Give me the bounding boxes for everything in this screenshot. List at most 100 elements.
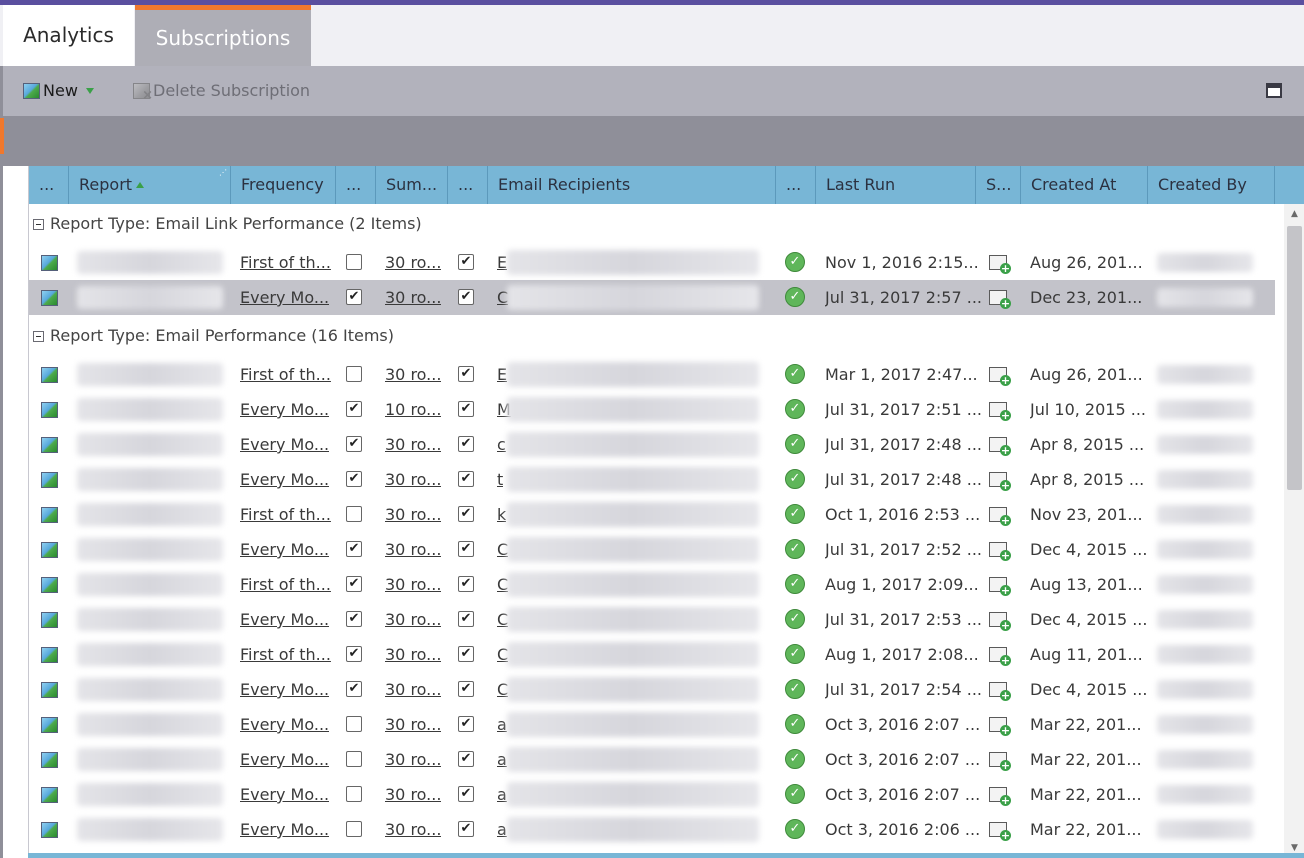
- frequency-link[interactable]: Every Mo...: [240, 462, 329, 497]
- column-header-status[interactable]: ...: [776, 166, 816, 204]
- frequency-link[interactable]: Every Mo...: [240, 392, 329, 427]
- summary-link[interactable]: 30 ro...: [385, 812, 441, 847]
- table-row[interactable]: Every Mo... ✔ 30 ro... ✔ c ✓ Jul 31, 2017 2:48…: [29, 427, 1275, 462]
- column-header-email-recipients[interactable]: Email Recipients: [488, 166, 776, 204]
- summary-checkbox[interactable]: [346, 254, 362, 270]
- column-header-attach-flag[interactable]: ...: [448, 166, 488, 204]
- attach-checkbox[interactable]: ✔: [458, 576, 474, 592]
- table-row[interactable]: First of th... 30 ro... ✔ E ✓ Nov 1, 2016 2:1…: [29, 245, 1275, 280]
- group-header[interactable]: Report Type: Email Performance (16 Items…: [29, 316, 1275, 356]
- summary-link[interactable]: 30 ro...: [385, 672, 441, 707]
- table-row[interactable]: Every Mo... ✔ 30 ro... ✔ C ✓ Jul 31, 2017 2:54…: [29, 672, 1275, 707]
- frequency-link[interactable]: First of th...: [240, 497, 331, 532]
- email-recipient-link[interactable]: E: [497, 357, 507, 392]
- summary-checkbox[interactable]: ✔: [346, 436, 362, 452]
- email-recipient-link[interactable]: c: [497, 427, 506, 462]
- add-schedule-icon[interactable]: [989, 682, 1011, 701]
- summary-link[interactable]: 30 ro...: [385, 742, 441, 777]
- summary-link[interactable]: 30 ro...: [385, 777, 441, 812]
- frequency-link[interactable]: Every Mo...: [240, 742, 329, 777]
- attach-checkbox[interactable]: ✔: [458, 646, 474, 662]
- collapse-icon[interactable]: [33, 331, 44, 342]
- add-schedule-icon[interactable]: [989, 577, 1011, 596]
- summary-link[interactable]: 30 ro...: [385, 497, 441, 532]
- summary-link[interactable]: 30 ro...: [385, 637, 441, 672]
- email-recipient-link[interactable]: a: [497, 777, 507, 812]
- table-row[interactable]: First of th... ✔ 30 ro... ✔ C ✓ Aug 1, 2017 2:…: [29, 637, 1275, 672]
- attach-checkbox[interactable]: ✔: [458, 289, 474, 305]
- attach-checkbox[interactable]: ✔: [458, 821, 474, 837]
- add-schedule-icon[interactable]: [989, 255, 1011, 274]
- table-row[interactable]: Every Mo... ✔ 30 ro... ✔ C ✓ Jul 31, 2017 2:57…: [29, 280, 1275, 315]
- frequency-link[interactable]: Every Mo...: [240, 280, 329, 315]
- summary-link[interactable]: 30 ro...: [385, 602, 441, 637]
- new-button[interactable]: New: [23, 66, 94, 116]
- email-recipient-link[interactable]: t: [497, 462, 503, 497]
- summary-link[interactable]: 30 ro...: [385, 245, 441, 280]
- frequency-link[interactable]: Every Mo...: [240, 427, 329, 462]
- delete-subscription-button[interactable]: × Delete Subscription: [133, 66, 310, 116]
- attach-checkbox[interactable]: ✔: [458, 716, 474, 732]
- group-header[interactable]: Report Type: Email Link Performance (2 I…: [29, 204, 1275, 244]
- summary-checkbox[interactable]: [346, 506, 362, 522]
- attach-checkbox[interactable]: ✔: [458, 541, 474, 557]
- summary-checkbox[interactable]: [346, 366, 362, 382]
- frequency-link[interactable]: Every Mo...: [240, 532, 329, 567]
- summary-link[interactable]: 30 ro...: [385, 567, 441, 602]
- column-header-frequency[interactable]: Frequency: [231, 166, 336, 204]
- attach-checkbox[interactable]: ✔: [458, 254, 474, 270]
- table-row[interactable]: Every Mo... 30 ro... ✔ a ✓ Oct 3, 2016 2:07 .…: [29, 742, 1275, 777]
- table-row[interactable]: First of th... 30 ro... ✔ E ✓ Mar 1, 2017 2:4…: [29, 357, 1275, 392]
- frequency-link[interactable]: Every Mo...: [240, 672, 329, 707]
- attach-checkbox[interactable]: ✔: [458, 611, 474, 627]
- frequency-link[interactable]: First of th...: [240, 567, 331, 602]
- summary-link[interactable]: 30 ro...: [385, 532, 441, 567]
- add-schedule-icon[interactable]: [989, 367, 1011, 386]
- add-schedule-icon[interactable]: [989, 472, 1011, 491]
- tab-subscriptions[interactable]: Subscriptions: [135, 5, 311, 66]
- scroll-up-icon[interactable]: ▲: [1284, 204, 1304, 224]
- summary-checkbox[interactable]: [346, 716, 362, 732]
- column-header-report[interactable]: Report ⋰: [69, 166, 231, 204]
- table-row[interactable]: Every Mo... 30 ro... ✔ a ✓ Oct 3, 2016 2:07 .…: [29, 777, 1275, 812]
- tab-analytics[interactable]: Analytics: [3, 5, 134, 66]
- collapse-icon[interactable]: [33, 219, 44, 230]
- table-row[interactable]: First of th... 30 ro... ✔ k ✓ Oct 1, 2016 2:5…: [29, 497, 1275, 532]
- table-row[interactable]: Every Mo... ✔ 30 ro... ✔ C ✓ Jul 31, 2017 2:53…: [29, 602, 1275, 637]
- attach-checkbox[interactable]: ✔: [458, 751, 474, 767]
- email-recipient-link[interactable]: a: [497, 812, 507, 847]
- summary-link[interactable]: 30 ro...: [385, 427, 441, 462]
- column-header-schedule[interactable]: S...: [976, 166, 1021, 204]
- summary-link[interactable]: 10 ro...: [385, 392, 441, 427]
- vertical-scrollbar[interactable]: ▲ ▼: [1284, 204, 1304, 858]
- summary-checkbox[interactable]: ✔: [346, 471, 362, 487]
- table-row[interactable]: Every Mo... ✔ 30 ro... ✔ t ✓ Jul 31, 2017 2:48…: [29, 462, 1275, 497]
- summary-checkbox[interactable]: ✔: [346, 289, 362, 305]
- add-schedule-icon[interactable]: [989, 507, 1011, 526]
- summary-checkbox[interactable]: ✔: [346, 401, 362, 417]
- table-row[interactable]: Every Mo... ✔ 30 ro... ✔ C ✓ Jul 31, 2017 2:52…: [29, 532, 1275, 567]
- summary-link[interactable]: 30 ro...: [385, 357, 441, 392]
- attach-checkbox[interactable]: ✔: [458, 506, 474, 522]
- table-row[interactable]: First of th... ✔ 30 ro... ✔ C ✓ Aug 1, 2017 2:…: [29, 567, 1275, 602]
- table-row[interactable]: Every Mo... ✔ 10 ro... ✔ M ✓ Jul 31, 2017 2:51…: [29, 392, 1275, 427]
- add-schedule-icon[interactable]: [989, 717, 1011, 736]
- attach-checkbox[interactable]: ✔: [458, 401, 474, 417]
- frequency-link[interactable]: Every Mo...: [240, 602, 329, 637]
- column-grip-icon[interactable]: ⋰: [219, 169, 227, 177]
- column-header-last-run[interactable]: Last Run: [816, 166, 976, 204]
- attach-checkbox[interactable]: ✔: [458, 471, 474, 487]
- summary-checkbox[interactable]: [346, 751, 362, 767]
- email-recipient-link[interactable]: k: [497, 497, 506, 532]
- column-header-type[interactable]: ...: [29, 166, 69, 204]
- email-recipient-link[interactable]: a: [497, 707, 507, 742]
- frequency-link[interactable]: Every Mo...: [240, 777, 329, 812]
- column-header-summary[interactable]: Sum...: [376, 166, 448, 204]
- column-header-created-by[interactable]: Created By: [1148, 166, 1275, 204]
- summary-checkbox[interactable]: ✔: [346, 681, 362, 697]
- add-schedule-icon[interactable]: [989, 647, 1011, 666]
- frequency-link[interactable]: Every Mo...: [240, 707, 329, 742]
- summary-checkbox[interactable]: [346, 786, 362, 802]
- summary-link[interactable]: 30 ro...: [385, 707, 441, 742]
- summary-link[interactable]: 30 ro...: [385, 462, 441, 497]
